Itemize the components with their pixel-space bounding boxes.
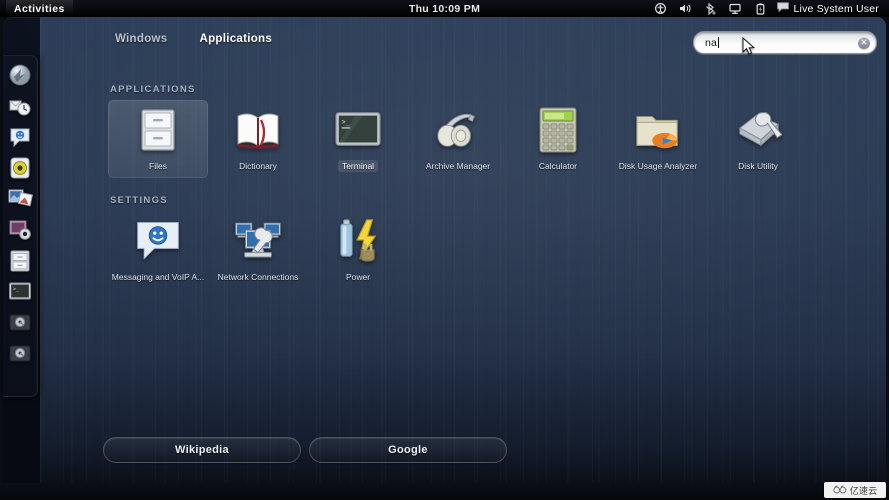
section-title-settings: SETTINGS <box>110 195 168 206</box>
chat-bubble-icon <box>776 2 789 15</box>
result-item-calculator[interactable]: Calculator <box>508 100 608 178</box>
favorites-dock[interactable]: >_ <box>3 55 38 397</box>
text-caret <box>718 37 720 48</box>
dock-item-drive-1[interactable] <box>6 309 34 337</box>
messaging-voip-icon <box>134 217 182 265</box>
watermark-text: 亿速云 <box>849 485 878 496</box>
watermark: 亿速云 <box>824 482 886 498</box>
power-icon <box>334 217 382 265</box>
section-title-applications: APPLICATIONS <box>110 84 196 95</box>
result-item-terminal[interactable]: >_ Terminal <box>308 100 408 178</box>
search-input[interactable]: na ✕ <box>693 31 877 54</box>
dock-item-files[interactable] <box>6 247 34 275</box>
disk-utility-icon <box>734 106 782 154</box>
result-item-archive-manager[interactable]: Archive Manager <box>408 100 508 178</box>
result-item-files[interactable]: Files <box>108 100 208 178</box>
svg-text:>_: >_ <box>13 287 20 293</box>
svg-text:>_: >_ <box>342 118 351 126</box>
result-item-messaging-voip[interactable]: Messaging and VoIP A... <box>108 211 208 289</box>
calculator-icon <box>534 106 582 154</box>
system-tray[interactable]: Live System User <box>648 0 885 17</box>
dock-item-video[interactable] <box>6 216 34 244</box>
network-icon[interactable] <box>723 0 748 17</box>
desktop-screen: >_ Windows Applications na ✕ APPLICATION… <box>0 0 889 500</box>
result-item-disk-usage-analyzer[interactable]: Disk Usage Analyzer <box>608 100 708 178</box>
result-label: Network Connections <box>217 272 299 282</box>
results-section-settings: SETTINGS Messaging and VoIP A... Network… <box>108 195 877 289</box>
provider-button-wikipedia[interactable]: Wikipedia <box>103 437 301 463</box>
provider-button-google[interactable]: Google <box>309 437 507 463</box>
battery-icon[interactable] <box>748 0 773 17</box>
volume-icon[interactable] <box>673 0 698 17</box>
result-label: Disk Utility <box>738 161 778 171</box>
user-name-label: Live System User <box>793 2 879 15</box>
search-input-value: na <box>705 36 718 49</box>
watermark-logo-icon <box>833 485 846 494</box>
top-bar: Activities Thu 10:09 PM Live System User <box>0 0 889 17</box>
dock-item-web-browser[interactable] <box>6 61 34 89</box>
search-results: APPLICATIONS Files Dictionary >_ Termina… <box>108 84 877 289</box>
dock-item-photos[interactable] <box>6 185 34 213</box>
result-label: Power <box>345 272 371 282</box>
archive-icon <box>434 106 482 154</box>
terminal-window-icon: >_ <box>334 106 382 154</box>
dock-item-mail[interactable] <box>6 92 34 120</box>
dock-item-chat[interactable] <box>6 123 34 151</box>
tab-windows[interactable]: Windows <box>112 31 170 47</box>
accessibility-icon[interactable] <box>648 0 673 17</box>
disk-usage-icon <box>634 106 682 154</box>
file-cabinet-icon <box>134 106 182 154</box>
result-item-dictionary[interactable]: Dictionary <box>208 100 308 178</box>
settings-grid: Messaging and VoIP A... Network Connecti… <box>108 211 877 289</box>
tab-applications[interactable]: Applications <box>196 31 275 47</box>
result-label: Terminal <box>337 160 379 172</box>
search-providers[interactable]: Wikipedia Google <box>103 437 507 463</box>
network-connections-icon <box>234 217 282 265</box>
dock-item-drive-2[interactable] <box>6 340 34 368</box>
bottom-strip <box>0 483 889 500</box>
user-menu[interactable]: Live System User <box>773 0 885 17</box>
result-item-network-connections[interactable]: Network Connections <box>208 211 308 289</box>
results-section-applications: APPLICATIONS Files Dictionary >_ Termina… <box>108 84 877 178</box>
result-item-power[interactable]: Power <box>308 211 408 289</box>
result-item-disk-utility[interactable]: Disk Utility <box>708 100 808 178</box>
result-label: Archive Manager <box>425 161 491 171</box>
overview-tabs[interactable]: Windows Applications <box>112 31 275 47</box>
clear-icon[interactable]: ✕ <box>858 36 870 49</box>
applications-grid: Files Dictionary >_ Terminal Archive Man… <box>108 100 877 178</box>
dock-item-music[interactable] <box>6 154 34 182</box>
result-label: Disk Usage Analyzer <box>618 161 698 171</box>
result-label: Calculator <box>538 161 578 171</box>
dock-item-terminal[interactable]: >_ <box>6 278 34 306</box>
result-label: Dictionary <box>239 161 277 171</box>
dictionary-icon <box>234 106 282 154</box>
result-label: Messaging and VoIP A... <box>111 272 205 282</box>
result-label: Files <box>149 161 167 171</box>
bluetooth-disabled-icon[interactable] <box>698 0 723 17</box>
